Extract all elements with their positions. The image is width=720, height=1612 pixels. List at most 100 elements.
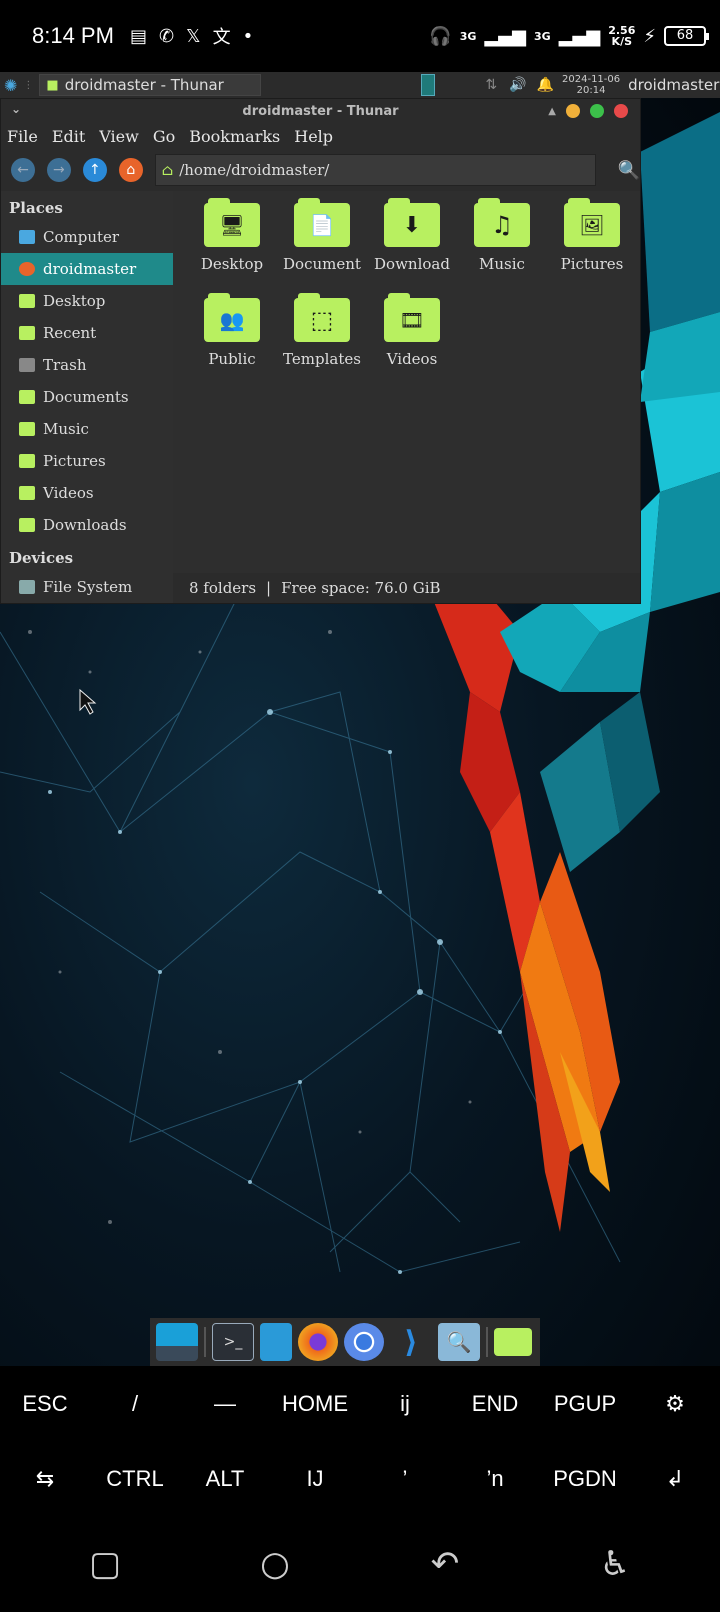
android-nav-bar: ▢ ○ ↶ ♿ — [0, 1516, 720, 1612]
folder-document[interactable]: 📄 Document — [277, 198, 367, 294]
folder-download[interactable]: ⬇ Download — [367, 198, 457, 294]
whatsapp-icon: ✆ — [158, 25, 175, 47]
parent-folder-up-icon[interactable]: ↑ — [82, 158, 107, 182]
key-esc[interactable]: ESC — [0, 1391, 90, 1417]
network-transfer-icon[interactable]: ⇅ — [485, 77, 497, 93]
minimize-button[interactable] — [566, 104, 580, 118]
back-arrow-nav-icon[interactable]: ↶ — [415, 1544, 475, 1584]
search-icon[interactable]: 🔍 — [618, 160, 640, 181]
home-button-icon[interactable]: ⌂ — [118, 158, 143, 182]
key-ctrl[interactable]: CTRL — [90, 1466, 180, 1492]
key-ij[interactable]: ij — [360, 1391, 450, 1417]
folder-templates[interactable]: ⬚ Templates — [277, 293, 367, 389]
menu-file[interactable]: File — [7, 127, 38, 146]
panel-clock-date: 2024-11-06 — [562, 74, 621, 85]
sidebar-item-music[interactable]: Music — [1, 413, 173, 445]
accessibility-icon[interactable]: ♿ — [585, 1544, 645, 1584]
shade-up-icon[interactable]: ▲ — [548, 106, 556, 117]
menu-bookmarks[interactable]: Bookmarks — [189, 127, 280, 146]
translate-icon: 文 — [212, 27, 231, 48]
key-enter-icon[interactable]: ↲ — [630, 1466, 720, 1492]
key-apostrophe[interactable]: ’ — [360, 1466, 450, 1492]
window-titlebar[interactable]: ⌄ droidmaster - Thunar ▲ — [1, 99, 640, 123]
sidebar-item-desktop[interactable]: Desktop — [1, 285, 173, 317]
battery-indicator: 68 — [664, 26, 709, 46]
close-button[interactable] — [614, 104, 628, 118]
sidebar-item-file-system[interactable]: File System — [1, 571, 173, 603]
key-pgdn[interactable]: PGDN — [540, 1466, 630, 1492]
folder-icon[interactable] — [494, 1328, 532, 1356]
menu-edit[interactable]: Edit — [52, 127, 85, 146]
file-manager-icon[interactable] — [260, 1323, 292, 1361]
settings-gear-icon[interactable]: ⚙ — [630, 1391, 720, 1417]
key-dash[interactable]: — — [180, 1391, 270, 1417]
menu-help[interactable]: Help — [294, 127, 333, 146]
sidebar-item-label: Trash — [43, 356, 87, 374]
folder-label: Videos — [386, 350, 438, 368]
notifications-bell-icon[interactable]: 🔔 — [537, 77, 554, 93]
folder-pictures[interactable]: 🖼 Pictures — [547, 198, 637, 294]
key-apostrophe-n[interactable]: ’n — [450, 1466, 540, 1492]
recents-square-icon[interactable]: ▢ — [75, 1544, 135, 1584]
xfce-app-menu-icon[interactable]: ✺ — [4, 76, 17, 95]
home-circle-icon[interactable]: ○ — [245, 1544, 305, 1584]
pictures-folder-icon: 🖼 — [564, 198, 620, 247]
x-app-icon: 𝕏 — [186, 25, 201, 47]
folder-music[interactable]: ♫ Music — [457, 198, 547, 294]
panel-clock[interactable]: 2024-11-06 20:14 — [562, 74, 620, 96]
panel-clock-time: 20:14 — [576, 85, 606, 96]
location-path: /home/droidmaster/ — [179, 161, 330, 179]
location-bar[interactable]: ⌂ /home/droidmaster/ — [154, 154, 596, 186]
key-end[interactable]: END — [450, 1391, 540, 1417]
firefox-icon[interactable] — [298, 1323, 338, 1361]
menu-view[interactable]: View — [99, 127, 139, 146]
sidebar-item-recent[interactable]: Recent — [1, 317, 173, 349]
thunar-task-icon: ■ — [46, 77, 59, 93]
file-view[interactable]: 🖥 Desktop 📄 Document ⬇ Download ♫ Music … — [173, 191, 640, 603]
forward-arrow-icon[interactable]: → — [46, 158, 71, 182]
computer-icon — [19, 230, 35, 244]
places-header: Places — [9, 199, 63, 217]
show-desktop-icon[interactable] — [156, 1323, 198, 1361]
vscode-icon[interactable]: ⟩ — [390, 1323, 432, 1361]
folder-public[interactable]: 👥 Public — [187, 293, 277, 389]
network-speed-unit: K/S — [611, 35, 633, 48]
workspace-switcher[interactable] — [421, 74, 436, 96]
headphones-icon: 🎧 — [429, 25, 452, 47]
volume-icon[interactable]: 🔊 — [509, 77, 526, 93]
folder-videos[interactable]: 🎞 Videos — [367, 293, 457, 389]
key-ij-upper[interactable]: IJ — [270, 1466, 360, 1492]
sidebar: Places Computer droidmaster Desktop Rece… — [1, 191, 173, 603]
sidebar-item-droidmaster[interactable]: droidmaster — [1, 253, 173, 285]
key-slash[interactable]: / — [90, 1391, 180, 1417]
chromium-icon[interactable] — [344, 1323, 384, 1361]
key-pgup[interactable]: PGUP — [540, 1391, 630, 1417]
back-arrow-icon[interactable]: ← — [11, 158, 35, 182]
terminal-icon[interactable]: >_ — [212, 1323, 254, 1361]
key-tab-icon[interactable]: ⇆ — [0, 1466, 90, 1492]
sidebar-item-trash[interactable]: Trash — [1, 349, 173, 381]
key-alt[interactable]: ALT — [180, 1466, 270, 1492]
panel-user-name[interactable]: droidmaster — [628, 76, 719, 94]
sidebar-item-label: Documents — [43, 388, 129, 406]
image-viewer-icon[interactable]: 🔍 — [438, 1323, 480, 1361]
key-home[interactable]: HOME — [270, 1391, 360, 1417]
folder-label: Templates — [283, 350, 361, 368]
xfce-top-panel: ✺ ⋮ ■ droidmaster - Thunar ⇅ 🔊 🔔 2024-11… — [0, 72, 720, 98]
maximize-button[interactable] — [590, 104, 604, 118]
home-icon — [19, 262, 35, 276]
sidebar-item-label: droidmaster — [43, 260, 137, 278]
devices-header: Devices — [9, 549, 74, 567]
sidebar-item-videos[interactable]: Videos — [1, 477, 173, 509]
sidebar-item-computer[interactable]: Computer — [1, 221, 173, 253]
sidebar-item-label: Music — [43, 420, 89, 438]
folder-desktop[interactable]: 🖥 Desktop — [187, 198, 277, 294]
free-space: Free space: 76.0 GiB — [281, 579, 441, 597]
sidebar-item-downloads[interactable]: Downloads — [1, 509, 173, 541]
dock-separator — [204, 1327, 206, 1357]
sidebar-item-documents[interactable]: Documents — [1, 381, 173, 413]
window-menu-chevron-icon[interactable]: ⌄ — [11, 102, 21, 116]
taskbar-thunar-button[interactable]: ■ droidmaster - Thunar — [39, 74, 262, 96]
menu-go[interactable]: Go — [153, 127, 175, 146]
sidebar-item-pictures[interactable]: Pictures — [1, 445, 173, 477]
